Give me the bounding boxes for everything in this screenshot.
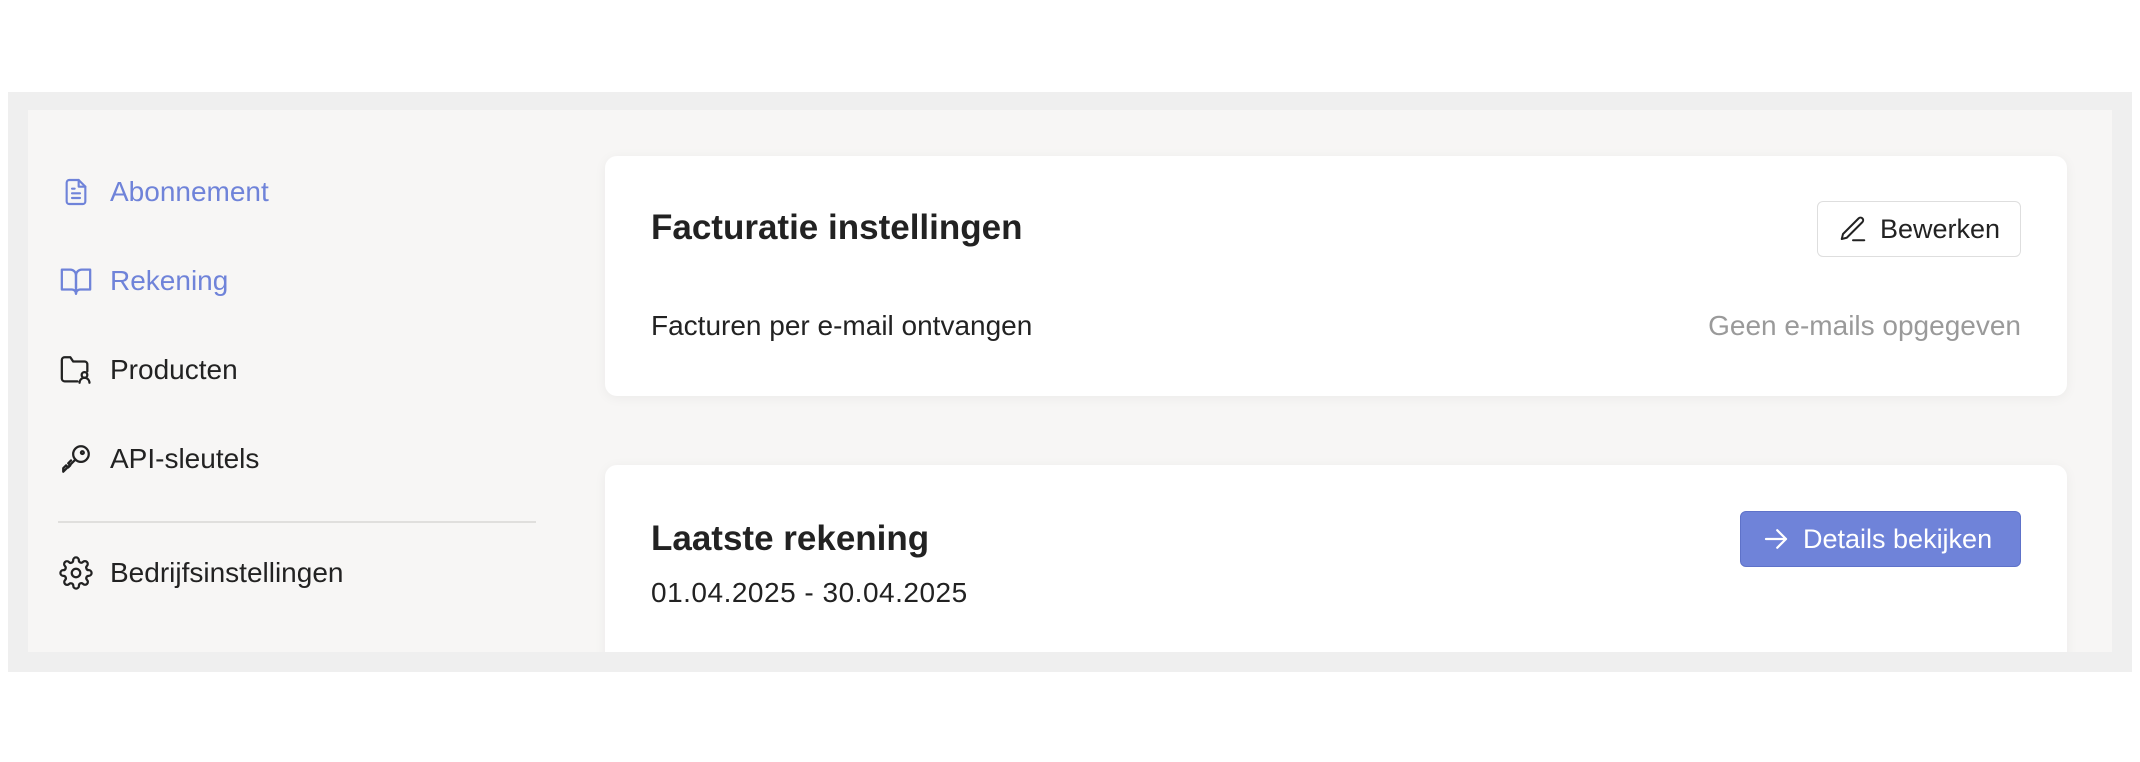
folder-user-icon [58, 352, 94, 388]
sidebar-item-label: Rekening [110, 265, 229, 296]
sidebar-item-api-sleutels[interactable]: API-sleutels [58, 429, 538, 489]
sidebar-item-label: API-sleutels [110, 443, 260, 474]
sidebar-item-bedrijfsinstellingen[interactable]: Bedrijfsinstellingen [58, 543, 538, 603]
app-window: Abonnement Rekening Producten API-sleute… [28, 110, 2112, 652]
sidebar-item-producten[interactable]: Producten [58, 340, 538, 400]
edit-button-label: Bewerken [1880, 213, 2001, 244]
sidebar: Abonnement Rekening Producten API-sleute… [28, 110, 568, 652]
app-frame: Abonnement Rekening Producten API-sleute… [8, 92, 2132, 672]
invoice-email-value: Geen e-mails opgegeven [1708, 310, 2021, 341]
sidebar-item-rekening[interactable]: Rekening [58, 251, 538, 311]
sidebar-item-abonnement[interactable]: Abonnement [58, 162, 538, 222]
book-open-icon [58, 263, 94, 299]
latest-invoice-card: Laatste rekening 01.04.2025 - 30.04.2025… [605, 465, 2067, 652]
sidebar-item-label: Producten [110, 354, 238, 385]
sidebar-item-label: Bedrijfsinstellingen [110, 557, 344, 588]
card-title: Laatste rekening [651, 519, 930, 558]
key-icon [58, 441, 94, 477]
sidebar-divider [58, 521, 536, 523]
view-details-button[interactable]: Details bekijken [1740, 511, 2021, 567]
view-details-button-label: Details bekijken [1803, 523, 1993, 554]
gear-icon [58, 555, 94, 591]
sidebar-item-label: Abonnement [110, 176, 269, 207]
billing-settings-card: Facturatie instellingen Bewerken Facture… [605, 156, 2067, 396]
arrow-right-icon [1761, 524, 1791, 554]
invoice-email-label: Facturen per e-mail ontvangen [651, 310, 1033, 341]
card-title: Facturatie instellingen [651, 208, 1023, 247]
document-icon [58, 174, 94, 210]
edit-button[interactable]: Bewerken [1817, 201, 2021, 257]
invoice-period: 01.04.2025 - 30.04.2025 [651, 577, 968, 608]
pencil-icon [1838, 214, 1868, 244]
